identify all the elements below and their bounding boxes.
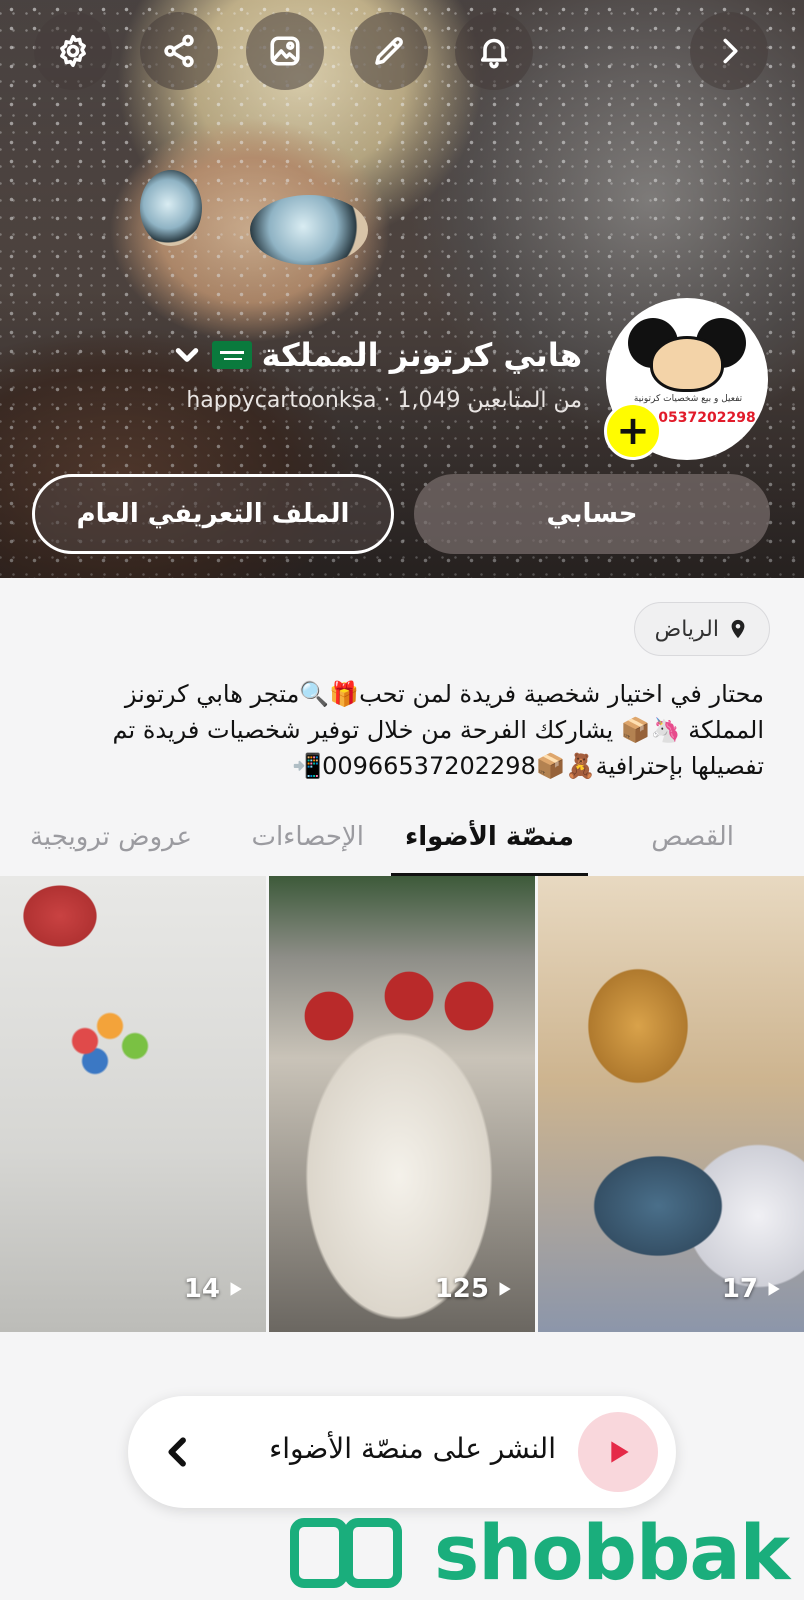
- banner-decoration: [250, 195, 368, 265]
- tab-spotlight[interactable]: منصّة الأضواء: [390, 822, 589, 876]
- image-icon: [270, 36, 300, 66]
- edit-profile-button[interactable]: [350, 12, 428, 90]
- profile-bio: محتار في اختيار شخصية فريدة لمن تحب🎁🔍متج…: [112, 680, 764, 780]
- post-to-spotlight-button[interactable]: النشر على منصّة الأضواء: [128, 1396, 676, 1508]
- mickey-face: [650, 336, 724, 392]
- profile-title-row[interactable]: هابي كرتونز المملكة: [172, 336, 582, 374]
- share-icon: [164, 34, 194, 68]
- settings-button[interactable]: [34, 12, 112, 90]
- view-count: 17: [722, 1274, 782, 1304]
- notifications-button[interactable]: [455, 12, 533, 90]
- shobbak-watermark: shobbak: [290, 1508, 790, 1598]
- view-count: 125: [435, 1274, 513, 1304]
- my-account-button[interactable]: حسابي: [414, 474, 770, 554]
- profile-header: هابي كرتونز المملكة happycartoonksa · 1,…: [0, 0, 804, 578]
- change-banner-button[interactable]: [246, 12, 324, 90]
- play-icon: [499, 1282, 511, 1296]
- location-label: الرياض: [654, 616, 719, 642]
- location-chip[interactable]: الرياض: [633, 602, 770, 656]
- plus-icon: +: [616, 408, 650, 454]
- pencil-icon: [375, 37, 403, 65]
- profile-title: هابي كرتونز المملكة: [261, 336, 582, 374]
- spotlight-tile[interactable]: 14: [0, 876, 266, 1332]
- forward-button[interactable]: [690, 12, 768, 90]
- spotlight-tile[interactable]: 125: [269, 876, 535, 1332]
- view-count-value: 125: [434, 1274, 489, 1304]
- spotlight-tile[interactable]: 17: [538, 876, 804, 1332]
- view-count: 14: [184, 1274, 244, 1304]
- profile-tabs: القصص منصّة الأضواء الإحصاءات عروض ترويج…: [0, 822, 804, 876]
- profile-page: هابي كرتونز المملكة happycartoonksa · 1,…: [0, 0, 804, 1600]
- avatar-phone: 0537202298: [658, 410, 756, 426]
- location-pin-icon: [731, 619, 745, 639]
- tab-insights[interactable]: الإحصاءات: [251, 822, 364, 876]
- play-icon: [768, 1282, 780, 1296]
- public-profile-button[interactable]: الملف التعريفي العام: [32, 474, 394, 554]
- chevron-right-icon: [723, 38, 738, 64]
- watermark-text: shobbak: [434, 1508, 790, 1597]
- view-count-value: 17: [721, 1274, 758, 1304]
- bell-icon: [480, 38, 508, 69]
- view-count-value: 14: [183, 1274, 220, 1304]
- chevron-left-icon: [158, 1432, 198, 1472]
- add-story-button[interactable]: +: [604, 402, 662, 460]
- spotlight-play-icon: [578, 1412, 658, 1492]
- gear-icon: [60, 34, 86, 68]
- profile-subtitle: happycartoonksa · 1,049 من المتابعين: [186, 388, 582, 413]
- shobbak-logo-icon: [290, 1514, 420, 1592]
- share-button[interactable]: [140, 12, 218, 90]
- banner-decoration: [140, 170, 202, 246]
- play-icon: [230, 1282, 242, 1296]
- tab-stories[interactable]: القصص: [651, 822, 734, 876]
- post-to-spotlight-label: النشر على منصّة الأضواء: [269, 1432, 556, 1465]
- tab-promotions[interactable]: عروض ترويجية: [30, 822, 192, 876]
- saudi-flag-icon: [211, 341, 252, 369]
- chevron-down-icon[interactable]: [172, 340, 202, 370]
- spotlight-grid: 17 125 14: [0, 876, 804, 1332]
